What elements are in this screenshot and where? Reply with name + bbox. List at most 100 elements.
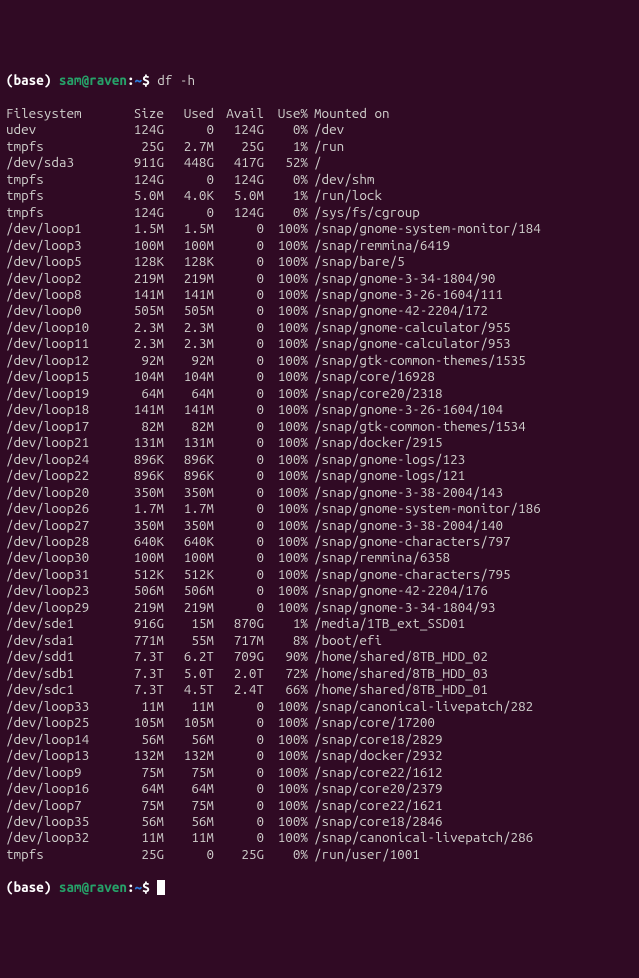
cell-size: 104M <box>106 368 164 384</box>
cell-avail: 0 <box>214 698 264 714</box>
cell-avail: 0 <box>214 401 264 417</box>
cell-filesystem: /dev/loop35 <box>6 813 106 829</box>
cell-used: 92M <box>164 352 214 368</box>
cell-usep: 100% <box>264 286 308 302</box>
cell-size: 75M <box>106 764 164 780</box>
cell-usep: 100% <box>264 335 308 351</box>
cell-avail: 124G <box>214 121 264 137</box>
cell-mounted: /snap/gnome-3-38-2004/143 <box>308 484 503 500</box>
cell-size: 11M <box>106 698 164 714</box>
cell-size: 640K <box>106 533 164 549</box>
cell-avail: 5.0M <box>214 187 264 203</box>
cell-size: 141M <box>106 286 164 302</box>
df-row: /dev/loop112.3M2.3M0100%/snap/gnome-calc… <box>6 335 633 351</box>
df-row: /dev/loop22896K896K0100%/snap/gnome-logs… <box>6 467 633 483</box>
df-row: /dev/loop1292M92M0100%/snap/gtk-common-t… <box>6 352 633 368</box>
cell-avail: 0 <box>214 549 264 565</box>
cell-filesystem: /dev/loop27 <box>6 517 106 533</box>
cell-used: 2.7M <box>164 138 214 154</box>
df-row: tmpfs5.0M4.0K5.0M1%/run/lock <box>6 187 633 203</box>
prompt-env: (base) <box>6 72 59 88</box>
cell-used: 56M <box>164 813 214 829</box>
cell-usep: 100% <box>264 237 308 253</box>
cell-used: 64M <box>164 385 214 401</box>
cell-filesystem: /dev/loop9 <box>6 764 106 780</box>
cell-mounted: /snap/canonical-livepatch/282 <box>308 698 533 714</box>
col-usep: Use% <box>264 105 308 121</box>
cell-used: 506M <box>164 582 214 598</box>
cell-filesystem: /dev/loop32 <box>6 829 106 845</box>
cell-mounted: /snap/bare/5 <box>308 253 405 269</box>
cell-filesystem: /dev/loop11 <box>6 335 106 351</box>
cell-size: 64M <box>106 385 164 401</box>
cell-used: 141M <box>164 401 214 417</box>
cell-filesystem: /dev/loop18 <box>6 401 106 417</box>
cell-filesystem: tmpfs <box>6 187 106 203</box>
cell-mounted: /snap/core18/2846 <box>308 813 443 829</box>
cursor[interactable] <box>157 880 165 895</box>
cell-filesystem: /dev/loop28 <box>6 533 106 549</box>
cell-mounted: /snap/gnome-system-monitor/184 <box>308 220 541 236</box>
cell-size: 128K <box>106 253 164 269</box>
cell-filesystem: udev <box>6 121 106 137</box>
cell-size: 512K <box>106 566 164 582</box>
command-text[interactable]: df -h <box>157 72 195 88</box>
cell-usep: 100% <box>264 731 308 747</box>
cell-avail: 0 <box>214 319 264 335</box>
cell-mounted: /snap/gnome-characters/797 <box>308 533 511 549</box>
cell-avail: 870G <box>214 615 264 631</box>
cell-filesystem: /dev/loop7 <box>6 797 106 813</box>
cell-filesystem: tmpfs <box>6 171 106 187</box>
df-row: /dev/sda3911G448G417G52%/ <box>6 154 633 170</box>
cell-filesystem: /dev/loop8 <box>6 286 106 302</box>
cell-mounted: /snap/gnome-calculator/953 <box>308 335 511 351</box>
cell-size: 1.5M <box>106 220 164 236</box>
cell-usep: 100% <box>264 319 308 335</box>
cell-size: 56M <box>106 731 164 747</box>
cell-used: 105M <box>164 714 214 730</box>
df-row: /dev/loop102.3M2.3M0100%/snap/gnome-calc… <box>6 319 633 335</box>
cell-avail: 709G <box>214 648 264 664</box>
cell-used: 0 <box>164 846 214 862</box>
cell-mounted: /snap/canonical-livepatch/286 <box>308 829 533 845</box>
cell-filesystem: /dev/loop16 <box>6 780 106 796</box>
cell-used: 141M <box>164 286 214 302</box>
cell-size: 11M <box>106 829 164 845</box>
cell-mounted: /run/user/1001 <box>308 846 420 862</box>
cell-filesystem: /dev/loop0 <box>6 302 106 318</box>
cell-size: 506M <box>106 582 164 598</box>
cell-usep: 1% <box>264 187 308 203</box>
cell-usep: 100% <box>264 747 308 763</box>
cell-usep: 100% <box>264 220 308 236</box>
cell-used: 640K <box>164 533 214 549</box>
cell-filesystem: /dev/loop19 <box>6 385 106 401</box>
prompt-user-host: sam@raven <box>59 72 127 88</box>
cell-usep: 100% <box>264 764 308 780</box>
df-row: udev124G0124G0%/dev <box>6 121 633 137</box>
cell-used: 219M <box>164 270 214 286</box>
cell-filesystem: /dev/loop26 <box>6 500 106 516</box>
cell-usep: 100% <box>264 418 308 434</box>
cell-filesystem: tmpfs <box>6 204 106 220</box>
cell-mounted: / <box>308 154 322 170</box>
cell-mounted: /snap/gnome-logs/123 <box>308 451 465 467</box>
cell-usep: 100% <box>264 352 308 368</box>
cell-usep: 100% <box>264 549 308 565</box>
cell-usep: 100% <box>264 566 308 582</box>
cell-avail: 0 <box>214 286 264 302</box>
cell-mounted: /snap/core22/1621 <box>308 797 443 813</box>
cell-used: 4.0K <box>164 187 214 203</box>
prompt-line-2: (base) sam@raven:~$ <box>6 879 633 895</box>
cell-size: 2.3M <box>106 319 164 335</box>
df-row: /dev/loop3556M56M0100%/snap/core18/2846 <box>6 813 633 829</box>
cell-filesystem: /dev/loop29 <box>6 599 106 615</box>
cell-size: 105M <box>106 714 164 730</box>
cell-avail: 0 <box>214 484 264 500</box>
cell-used: 1.5M <box>164 220 214 236</box>
command-output: FilesystemSizeUsedAvailUse%Mounted onude… <box>6 105 633 863</box>
cell-used: 2.3M <box>164 335 214 351</box>
prompt-cwd: ~ <box>135 879 143 895</box>
cell-size: 2.3M <box>106 335 164 351</box>
cell-usep: 100% <box>264 467 308 483</box>
cell-mounted: /snap/gnome-system-monitor/186 <box>308 500 541 516</box>
